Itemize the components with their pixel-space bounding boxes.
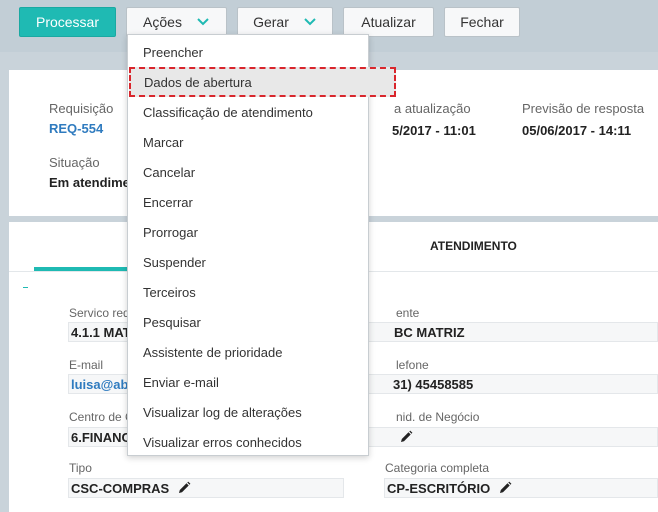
tipo-label: Tipo <box>69 461 92 475</box>
unidade-negocio-field[interactable] <box>368 427 658 447</box>
active-tab-indicator <box>34 267 128 271</box>
centro-custo-field[interactable]: 6.FINANC <box>68 427 134 447</box>
categoria-label: Categoria completa <box>385 461 490 475</box>
previsao-value: 05/06/2017 - 14:11 <box>522 123 632 138</box>
menu-item-assistente-prioridade[interactable]: Assistente de prioridade <box>128 337 368 367</box>
cliente-label: ente <box>396 306 420 320</box>
menu-item-erros-conhecidos[interactable]: Visualizar erros conhecidos <box>128 427 368 457</box>
fechar-button[interactable]: Fechar <box>444 7 520 37</box>
gerar-dropdown-button[interactable]: Gerar <box>237 7 333 37</box>
menu-item-terceiros[interactable]: Terceiros <box>128 277 368 307</box>
telefone-label: lefone <box>396 358 429 372</box>
email-label: E-mail <box>69 358 104 372</box>
menu-item-marcar[interactable]: Marcar <box>128 127 368 157</box>
telefone-field[interactable]: 31) 45458585 <box>368 374 658 394</box>
situacao-value: Em atendime <box>49 175 130 190</box>
gerar-label: Gerar <box>253 14 289 30</box>
situacao-label: Situação <box>49 155 100 170</box>
requisicao-link[interactable]: REQ-554 <box>49 121 103 136</box>
email-value[interactable]: luisa@ab <box>71 377 128 392</box>
menu-item-encerrar[interactable]: Encerrar <box>128 187 368 217</box>
menu-item-suspender[interactable]: Suspender <box>128 247 368 277</box>
collapse-indicator <box>23 287 28 288</box>
pencil-icon[interactable] <box>498 481 512 495</box>
telefone-value: 31) 45458585 <box>393 376 474 392</box>
menu-item-dados-de-abertura[interactable]: Dados de abertura <box>129 67 396 97</box>
requisicao-label: Requisição <box>49 101 114 116</box>
menu-item-enviar-email[interactable]: Enviar e-mail <box>128 367 368 397</box>
chevron-down-icon <box>303 17 317 27</box>
tab-atendimento[interactable]: ATENDIMENTO <box>430 239 517 253</box>
ultima-atualizacao-value: 5/2017 - 11:01 <box>392 123 476 138</box>
menu-item-preencher[interactable]: Preencher <box>128 37 368 67</box>
menu-item-log-alteracoes[interactable]: Visualizar log de alterações <box>128 397 368 427</box>
chevron-down-icon <box>196 17 210 27</box>
servico-value: 4.1.1 MAT <box>71 324 131 340</box>
cliente-value: BC MATRIZ <box>394 324 465 340</box>
pencil-icon[interactable] <box>177 481 191 495</box>
atualizar-label: Atualizar <box>361 14 416 30</box>
ultima-atualizacao-label: a atualização <box>394 101 471 116</box>
menu-item-classificacao[interactable]: Classificação de atendimento <box>128 97 368 127</box>
processar-button[interactable]: Processar <box>19 7 116 37</box>
menu-item-cancelar[interactable]: Cancelar <box>128 157 368 187</box>
menu-item-pesquisar[interactable]: Pesquisar <box>128 307 368 337</box>
servico-label: Servico req <box>69 306 130 320</box>
categoria-field[interactable]: CP-ESCRITÓRIO <box>384 478 658 498</box>
menu-item-prorrogar[interactable]: Prorrogar <box>128 217 368 247</box>
fechar-label: Fechar <box>460 14 504 30</box>
centro-custo-value: 6.FINANC <box>71 429 131 445</box>
acoes-dropdown-menu: Preencher Dados de abertura Classificaçã… <box>127 34 396 457</box>
unidade-negocio-label: nid. de Negócio <box>396 410 480 424</box>
atualizar-button[interactable]: Atualizar <box>343 7 434 37</box>
acoes-label: Ações <box>143 14 182 30</box>
pencil-icon[interactable] <box>399 430 413 444</box>
processar-label: Processar <box>35 14 100 30</box>
servico-field[interactable]: 4.1.1 MAT <box>68 322 134 342</box>
email-field[interactable]: luisa@ab <box>68 374 134 394</box>
cliente-field[interactable]: BC MATRIZ <box>368 322 658 342</box>
tipo-value: CSC-COMPRAS <box>71 480 170 496</box>
previsao-label: Previsão de resposta <box>522 101 645 116</box>
tipo-field[interactable]: CSC-COMPRAS <box>68 478 344 498</box>
acoes-dropdown-button[interactable]: Ações <box>126 7 227 37</box>
categoria-value: CP-ESCRITÓRIO <box>387 480 491 496</box>
centro-custo-label: Centro de C <box>69 410 134 424</box>
